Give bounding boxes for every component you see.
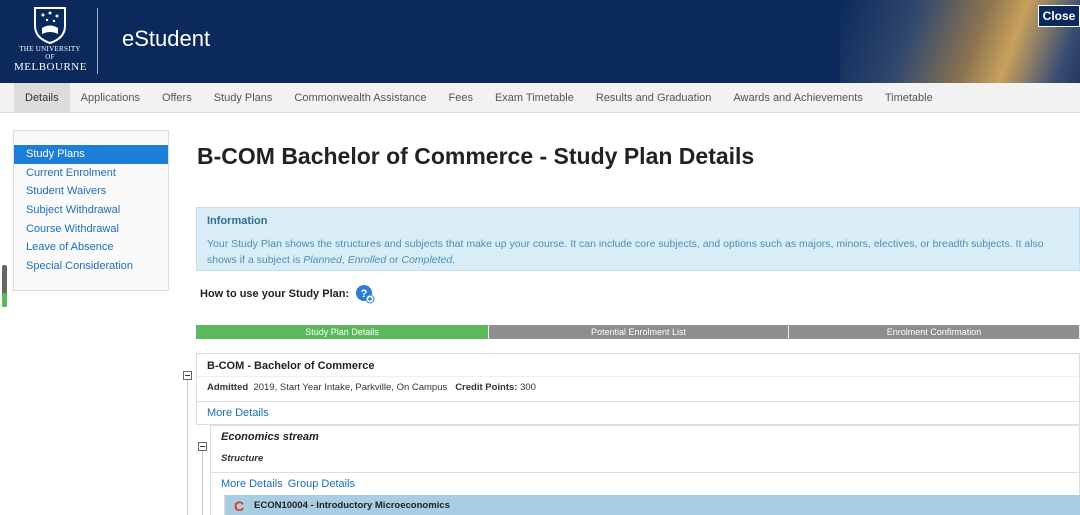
nav-item-study-plans[interactable]: Study Plans — [203, 83, 284, 113]
nav-item-exam-timetable[interactable]: Exam Timetable — [484, 83, 585, 113]
info-heading: Information — [207, 215, 268, 227]
info-body: Your Study Plan shows the structures and… — [207, 236, 1073, 268]
stream-links: More Details Group Details — [221, 478, 355, 490]
help-icon[interactable]: ? — [355, 284, 375, 304]
info-panel: Information Your Study Plan shows the st… — [196, 207, 1080, 271]
nav-item-applications[interactable]: Applications — [70, 83, 151, 113]
howto-label: How to use your Study Plan: — [200, 288, 350, 300]
nav-item-commonwealth-assistance[interactable]: Commonwealth Assistance — [283, 83, 437, 113]
stream-group-details-link[interactable]: Group Details — [288, 478, 355, 490]
step-potential-enrolment-list[interactable]: Potential Enrolment List — [489, 325, 789, 339]
tree-line — [202, 451, 203, 515]
nav-item-fees[interactable]: Fees — [437, 83, 483, 113]
info-enrolled: Enrolled — [347, 254, 387, 266]
header-divider — [97, 8, 98, 74]
admitted-value: 2019, Start Year Intake, Parkville, On C… — [253, 382, 448, 393]
course-title: B-COM - Bachelor of Commerce — [207, 360, 375, 372]
stream-title: Economics stream — [221, 431, 319, 443]
course-panel: B-COM - Bachelor of Commerce Admitted 20… — [196, 353, 1080, 425]
info-planned: Planned — [303, 254, 342, 266]
app-title: eStudent — [122, 26, 211, 51]
university-logo[interactable]: THE UNIVERSITY OF MELBOURNE — [14, 6, 86, 76]
tree-line — [187, 380, 188, 515]
sidebar-item-current-enrolment[interactable]: Current Enrolment — [14, 164, 168, 183]
divider — [197, 376, 1079, 377]
status-letter: C — [234, 499, 244, 513]
info-end: . — [452, 254, 456, 266]
nav-item-results-graduation[interactable]: Results and Graduation — [585, 83, 723, 113]
collapse-stream-toggle[interactable] — [198, 442, 207, 451]
logo-line-2: MELBOURNE — [14, 61, 87, 73]
sidebar-item-course-withdrawal[interactable]: Course Withdrawal — [14, 220, 168, 239]
logo-line-1: THE UNIVERSITY OF — [19, 45, 81, 61]
nav-item-offers[interactable]: Offers — [151, 83, 203, 113]
crest-icon — [34, 7, 66, 44]
course-more-details-link[interactable]: More Details — [207, 407, 269, 419]
admitted-label: Admitted — [207, 382, 249, 393]
info-sep-2: or — [386, 254, 402, 266]
divider — [197, 401, 1079, 402]
nav-item-timetable[interactable]: Timetable — [874, 83, 944, 113]
stream-more-details-link[interactable]: More Details — [221, 478, 283, 490]
sidebar-item-special-consideration[interactable]: Special Consideration — [14, 257, 168, 276]
step-study-plan-details[interactable]: Study Plan Details — [196, 325, 489, 339]
step-enrolment-confirmation[interactable]: Enrolment Confirmation — [789, 325, 1080, 339]
credit-points-label: Credit Points: — [455, 382, 518, 393]
progress-steps: Study Plan Details Potential Enrolment L… — [196, 325, 1080, 339]
scrollbar-handle[interactable] — [2, 265, 7, 307]
sidebar-item-leave-of-absence[interactable]: Leave of Absence — [14, 238, 168, 257]
sidebar-item-subject-withdrawal[interactable]: Subject Withdrawal — [14, 201, 168, 220]
divider — [211, 472, 1079, 473]
header: THE UNIVERSITY OF MELBOURNE eStudent Clo… — [0, 0, 1080, 83]
sidebar-item-study-plans[interactable]: Study Plans — [14, 145, 168, 164]
scrollbar-indicator — [2, 293, 7, 307]
sidebar-item-student-waivers[interactable]: Student Waivers — [14, 182, 168, 201]
nav-item-awards-achievements[interactable]: Awards and Achievements — [722, 83, 873, 113]
page-title: B-COM Bachelor of Commerce - Study Plan … — [197, 143, 755, 169]
nav-item-details[interactable]: Details — [14, 83, 70, 113]
top-nav: Details Applications Offers Study Plans … — [0, 83, 1080, 113]
close-button[interactable]: Close — [1038, 5, 1080, 27]
stream-structure-label: Structure — [221, 453, 264, 464]
completed-status-icon: C — [234, 499, 244, 513]
sidebar: Study Plans Current Enrolment Student Wa… — [13, 130, 169, 291]
subject-name[interactable]: ECON10004 - Introductory Microeconomics — [254, 500, 450, 511]
info-completed: Completed — [401, 254, 453, 266]
howto-row: How to use your Study Plan: ? — [200, 284, 375, 304]
credit-points-value: 300 — [520, 382, 536, 393]
collapse-course-toggle[interactable] — [183, 371, 192, 380]
subject-row[interactable]: C ECON10004 - Introductory Microeconomic… — [224, 495, 1080, 515]
course-admitted-row: Admitted 2019, Start Year Intake, Parkvi… — [207, 382, 536, 393]
